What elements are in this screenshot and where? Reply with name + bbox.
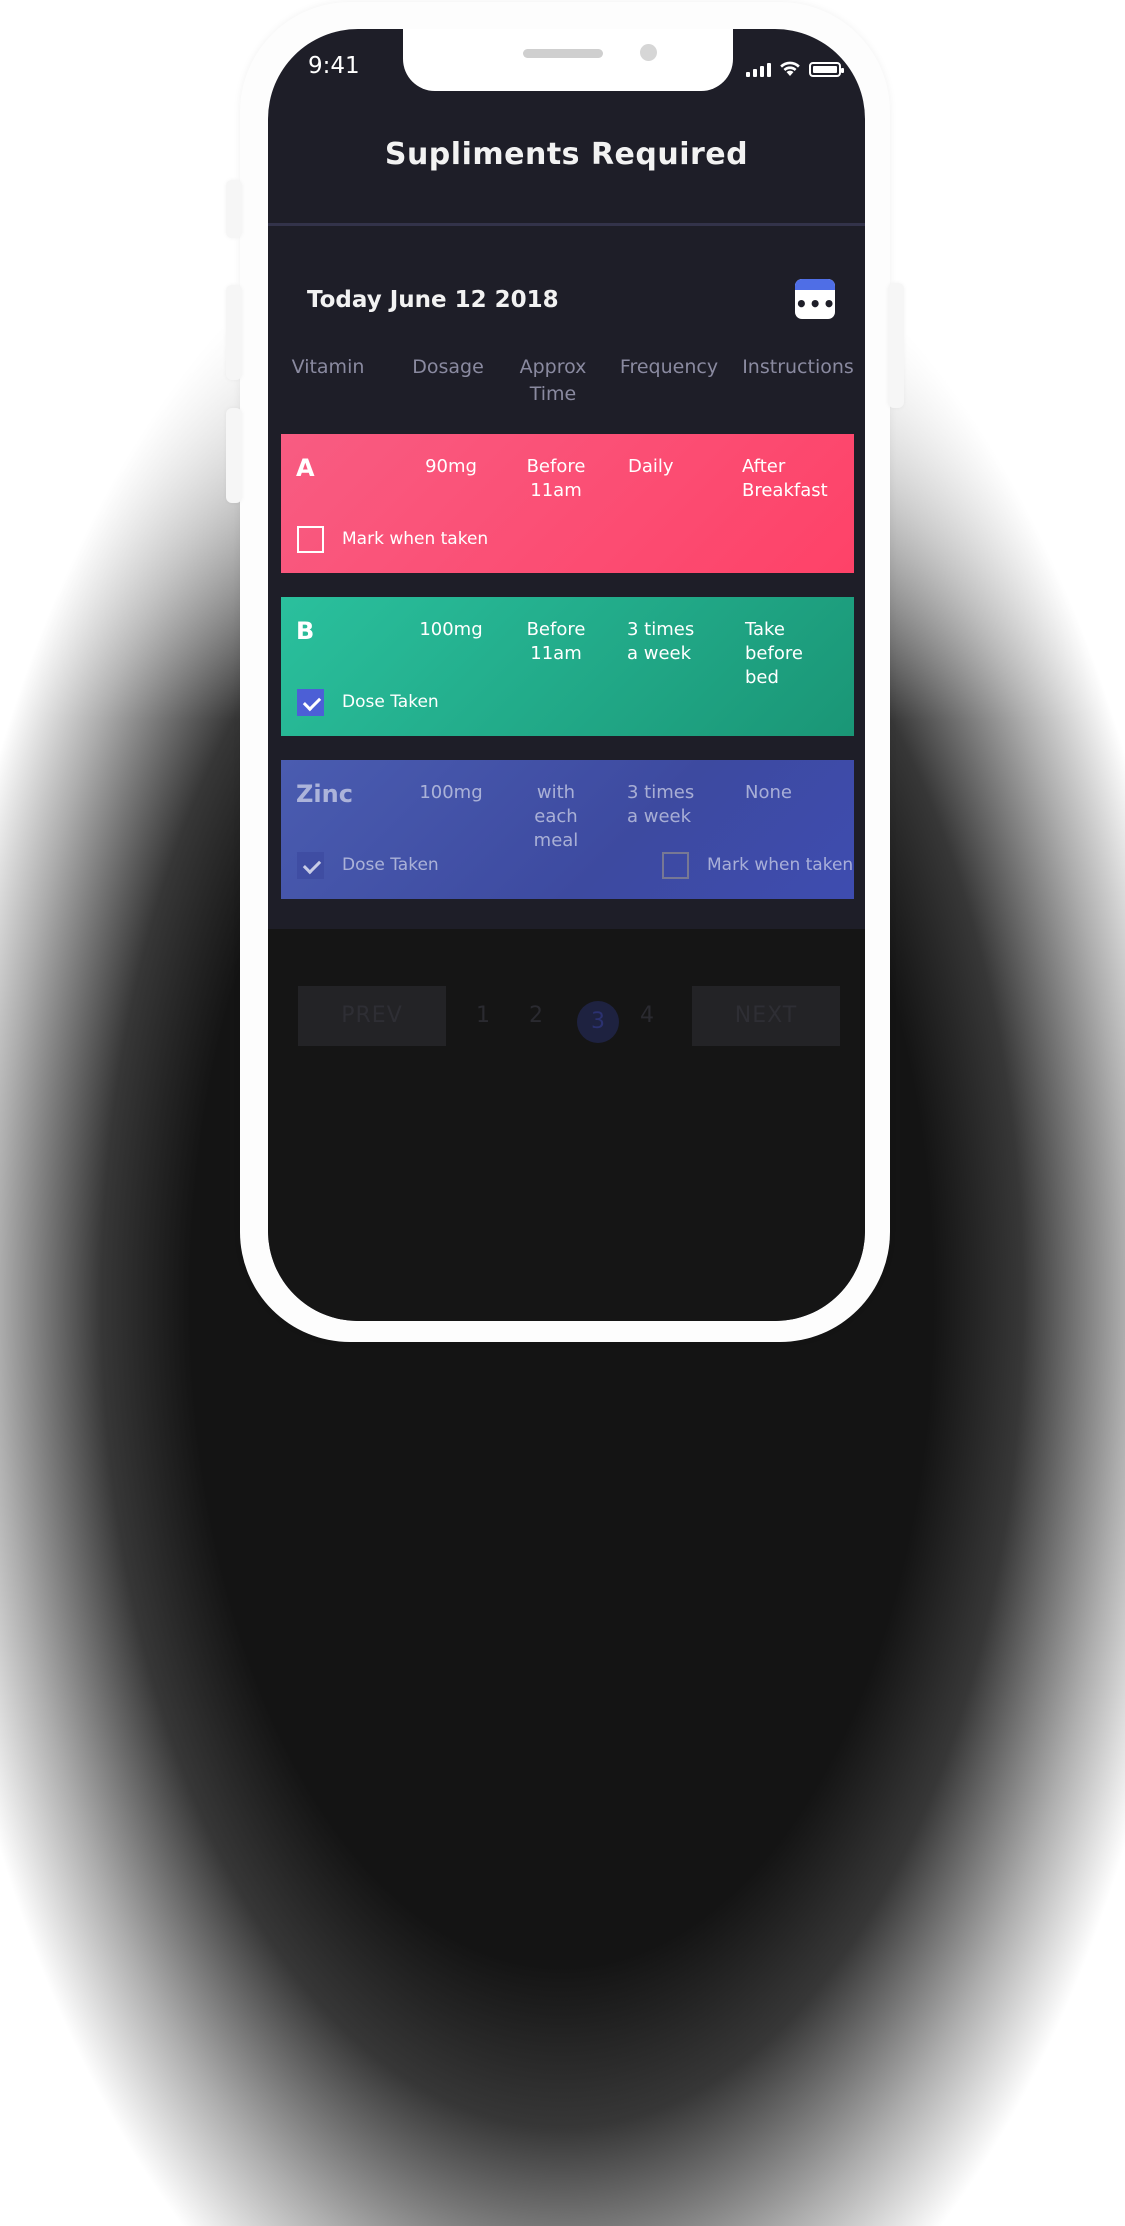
column-header-time-line1: Approx bbox=[519, 356, 587, 378]
pagination: PREV 1 2 3 4 NEXT bbox=[268, 986, 865, 1046]
next-button[interactable]: NEXT bbox=[692, 986, 840, 1046]
prev-button[interactable]: PREV bbox=[298, 986, 446, 1046]
instructions-line: bed bbox=[745, 667, 779, 688]
instructions-value: After Breakfast bbox=[742, 455, 852, 503]
status-time: 9:41 bbox=[308, 53, 360, 79]
calendar-dots: ••• bbox=[795, 292, 835, 316]
camera-icon bbox=[640, 44, 657, 61]
time-line: Before bbox=[526, 619, 586, 640]
vitamin-name: Zinc bbox=[296, 780, 353, 808]
app-screen: 9:41 Supliments Required Today June 12 2… bbox=[268, 29, 865, 1321]
column-header-instructions: Instructions bbox=[742, 356, 854, 378]
dose-taken-checkbox[interactable] bbox=[297, 852, 324, 879]
frequency-line: a week bbox=[627, 643, 692, 664]
dosage-value: 100mg bbox=[419, 619, 483, 640]
dose-taken-label: Dose Taken bbox=[342, 692, 439, 712]
vitamin-name: A bbox=[296, 454, 315, 482]
frequency-line: a week bbox=[627, 806, 692, 827]
frequency-value: 3 times a week bbox=[627, 618, 717, 666]
column-header-vitamin: Vitamin bbox=[291, 356, 365, 378]
page-number-3-active[interactable]: 3 bbox=[577, 1001, 619, 1043]
vitamin-name: B bbox=[296, 617, 315, 645]
instructions-line: before bbox=[745, 643, 803, 664]
dosage-value: 90mg bbox=[425, 456, 477, 477]
time-line: 11am bbox=[530, 480, 582, 501]
dose-taken-label: Dose Taken bbox=[342, 855, 439, 875]
column-header-frequency: Frequency bbox=[619, 356, 719, 378]
page-number-1[interactable]: 1 bbox=[468, 986, 498, 1046]
mark-taken-label: Mark when taken bbox=[342, 529, 489, 549]
mark-taken-checkbox[interactable] bbox=[662, 852, 689, 879]
time-line: each bbox=[534, 806, 578, 827]
date-label: Today June 12 2018 bbox=[307, 287, 559, 313]
phone-mute-switch bbox=[226, 180, 242, 238]
frequency-line: Daily bbox=[628, 456, 674, 477]
time-line: meal bbox=[533, 830, 579, 851]
time-value: Before 11am bbox=[516, 455, 596, 503]
phone-notch bbox=[403, 29, 733, 91]
column-header-dosage: Dosage bbox=[412, 356, 484, 378]
time-line: with bbox=[536, 782, 576, 803]
frequency-value: 3 times a week bbox=[627, 781, 717, 829]
wifi-icon bbox=[780, 61, 800, 76]
instructions-value: None bbox=[745, 781, 845, 805]
dosage-value: 100mg bbox=[419, 782, 483, 803]
phone-power-button bbox=[888, 283, 904, 408]
phone-volume-up bbox=[226, 285, 242, 380]
time-value: Before 11am bbox=[516, 618, 596, 666]
page-number-2[interactable]: 2 bbox=[521, 986, 551, 1046]
instructions-line: Take bbox=[745, 619, 785, 640]
battery-icon bbox=[809, 62, 844, 77]
instructions-line: After bbox=[742, 456, 786, 477]
header-divider bbox=[268, 223, 865, 226]
phone-volume-down bbox=[226, 408, 242, 503]
time-line: Before bbox=[526, 456, 586, 477]
time-line: 11am bbox=[530, 643, 582, 664]
frequency-line: 3 times bbox=[627, 619, 695, 640]
time-value: with each meal bbox=[516, 781, 596, 853]
instructions-line: Breakfast bbox=[742, 480, 828, 501]
dose-taken-checkbox[interactable] bbox=[297, 689, 324, 716]
page-title: Supliments Required bbox=[384, 137, 749, 172]
status-icons bbox=[746, 57, 844, 77]
column-header-time-line2: Time bbox=[529, 383, 577, 405]
column-header-time: Approx Time bbox=[503, 354, 603, 408]
page-number-4[interactable]: 4 bbox=[632, 986, 662, 1046]
supplement-card-a: A 90mg Before 11am Daily After Breakfast… bbox=[281, 434, 854, 573]
mark-taken-checkbox[interactable] bbox=[297, 526, 324, 553]
instructions-line: None bbox=[745, 782, 792, 803]
column-headers: Vitamin Dosage Approx Time Frequency Ins… bbox=[268, 354, 865, 414]
supplement-card-zinc: Zinc 100mg with each meal 3 times a week… bbox=[281, 760, 854, 899]
calendar-icon bbox=[795, 279, 835, 290]
calendar-button[interactable]: ••• bbox=[795, 279, 835, 319]
speaker-icon bbox=[523, 49, 603, 58]
signal-icon bbox=[746, 61, 771, 77]
frequency-line: 3 times bbox=[627, 782, 695, 803]
mark-taken-label: Mark when taken bbox=[707, 855, 854, 875]
supplement-card-b: B 100mg Before 11am 3 times a week Take … bbox=[281, 597, 854, 736]
frequency-value: Daily bbox=[628, 455, 718, 479]
instructions-value: Take before bed bbox=[745, 618, 845, 690]
